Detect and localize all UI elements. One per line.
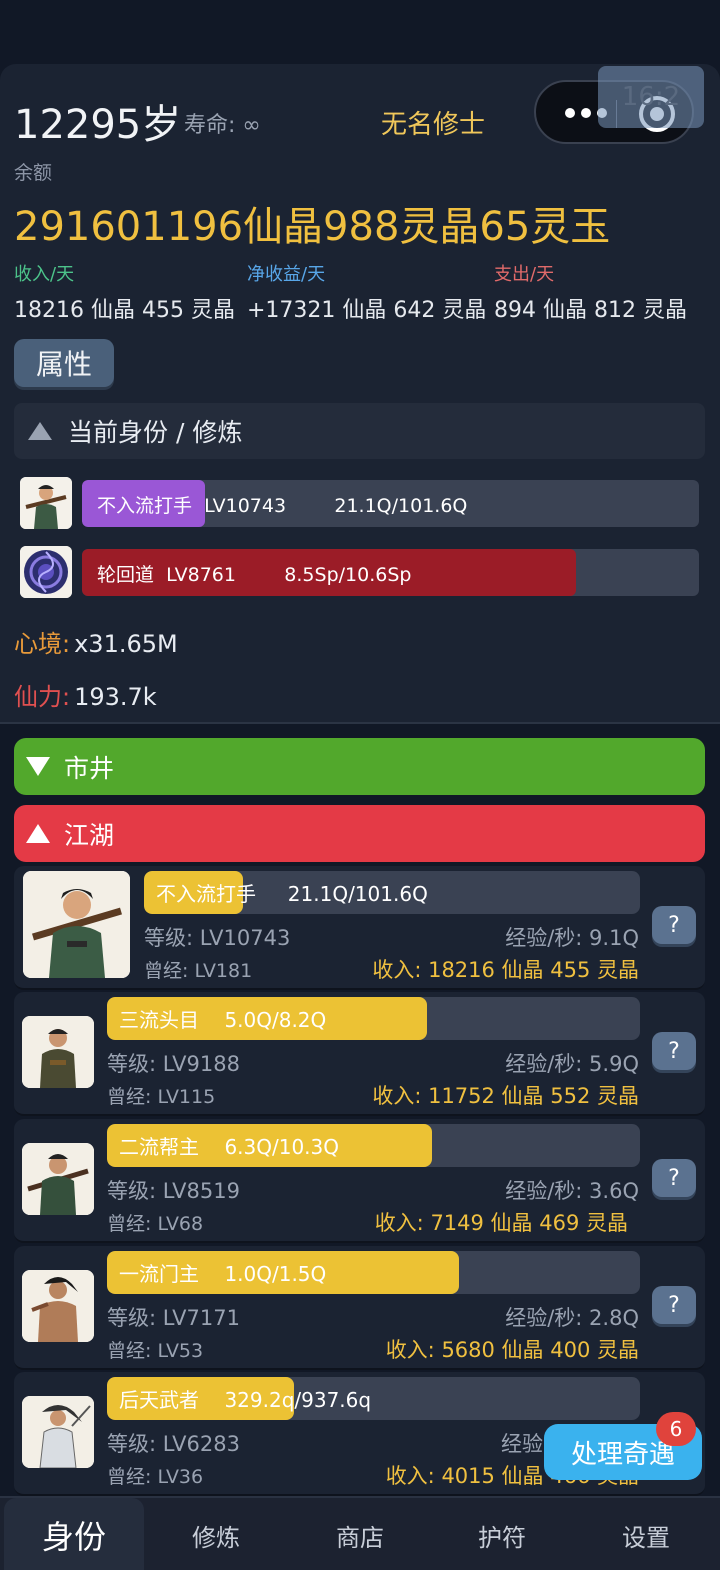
category-label: 江湖 (64, 820, 115, 850)
job-past-level: 曾经: LV36 (107, 1466, 204, 1488)
job-past-level: 曾经: LV68 (107, 1213, 204, 1235)
expense-value: 894 仙晶 812 灵晶 (494, 298, 687, 323)
help-button[interactable]: ? (652, 906, 696, 944)
job-level: 等级: LV6283 (107, 1432, 240, 1456)
job-past-level: 曾经: LV53 (107, 1340, 204, 1362)
collapse-triangle-icon (28, 422, 52, 440)
progress-text: 二流帮主 6.3Q/10.3Q (119, 1135, 339, 1159)
help-button[interactable]: ? (652, 1286, 696, 1324)
job-exp-rate: 经验/秒: 5.9Q (505, 1052, 639, 1076)
job-progress-bar: 一流门主 1.0Q/1.5Q (107, 1251, 640, 1294)
nav-shop[interactable]: 商店 (290, 1498, 430, 1570)
nav-identity[interactable]: 身份 (4, 1498, 144, 1570)
lifespan-label: 寿命: ∞ (184, 113, 261, 138)
balance-label: 余额 (14, 162, 53, 184)
job-exp-rate: 经验/秒: 9.1Q (505, 926, 639, 950)
cultivation-progress-bar: 轮回道 LV8761 8.5Sp/10.6Sp (82, 549, 699, 596)
power-value: 193.7k (74, 683, 157, 711)
job-past-level: 曾经: LV181 (144, 960, 253, 982)
status-bar-area (0, 0, 720, 64)
nav-settings[interactable]: 设置 (576, 1498, 716, 1570)
job-card[interactable]: 不入流打手 21.1Q/101.6Q 等级: LV10743 经验/秒: 9.1… (14, 866, 705, 990)
job-exp-rate: 经验/秒: 2.8Q (505, 1306, 639, 1330)
nav-amulet[interactable]: 护符 (432, 1498, 572, 1570)
power-label: 仙力: (14, 683, 71, 711)
gang-leader-portrait (22, 1143, 94, 1215)
reincarnation-avatar (20, 546, 72, 598)
leader-portrait (22, 1016, 94, 1088)
help-button[interactable]: ? (652, 1032, 696, 1070)
net-per-day: 净收益/天 +17321 仙晶 642 灵晶 (247, 260, 486, 324)
fighter-avatar (20, 477, 72, 529)
progress-text: 不入流打手 21.1Q/101.6Q (156, 882, 428, 906)
job-income: 收入: 18216 仙晶 455 灵晶 (372, 958, 639, 982)
job-card[interactable]: 二流帮主 6.3Q/10.3Q 等级: LV8519 经验/秒: 3.6Q 曾经… (14, 1119, 705, 1243)
expense-per-day: 支出/天 894 仙晶 812 灵晶 (494, 260, 687, 324)
job-exp-rate: 经验/秒: 3.6Q (505, 1179, 639, 1203)
job-level: 等级: LV8519 (107, 1179, 240, 1203)
martial-artist-portrait (22, 1396, 94, 1468)
current-job-progress-bar: 不入流打手 LV10743 21.1Q/101.6Q (82, 480, 699, 527)
category-market[interactable]: 市井 (14, 738, 705, 795)
income-per-day: 收入/天 18216 仙晶 455 灵晶 (14, 260, 235, 324)
mind-stat: 心境: x31.65M (14, 624, 178, 659)
current-job-row: 不入流打手 LV10743 21.1Q/101.6Q (20, 477, 700, 529)
current-identity-header[interactable]: 当前身份 / 修炼 (14, 403, 705, 459)
fighter-portrait (23, 871, 130, 978)
sect-master-portrait (22, 1270, 94, 1342)
job-progress-bar: 三流头目 5.0Q/8.2Q (107, 997, 640, 1040)
expand-triangle-icon (26, 757, 50, 776)
job-progress-bar: 后天武者 329.2q/937.6q (107, 1377, 640, 1420)
expense-label: 支出/天 (494, 264, 555, 285)
job-income: 收入: 5680 仙晶 400 灵晶 (385, 1338, 639, 1362)
aspect-ratio-badge: 16:2 (598, 66, 704, 128)
income-label: 收入/天 (14, 264, 75, 285)
power-stat: 仙力: 193.7k (14, 677, 157, 712)
player-title: 无名修士 (381, 110, 486, 140)
help-button[interactable]: ? (652, 1159, 696, 1197)
current-cultivation-row: 轮回道 LV8761 8.5Sp/10.6Sp (20, 546, 700, 598)
bottom-nav: 身份 修炼 商店 护符 设置 (0, 1496, 720, 1570)
progress-text: 轮回道 LV8761 8.5Sp/10.6Sp (97, 564, 412, 586)
progress-text: 不入流打手 LV10743 21.1Q/101.6Q (97, 495, 468, 517)
section-title: 当前身份 / 修炼 (68, 418, 243, 447)
job-level: 等级: LV9188 (107, 1052, 240, 1076)
net-value: +17321 仙晶 642 灵晶 (247, 298, 487, 323)
job-progress-bar: 二流帮主 6.3Q/10.3Q (107, 1124, 640, 1167)
attributes-tab[interactable]: 属性 (14, 339, 114, 387)
job-level: 等级: LV10743 (144, 926, 291, 950)
job-card[interactable]: 三流头目 5.0Q/8.2Q 等级: LV9188 经验/秒: 5.9Q 曾经:… (14, 992, 705, 1116)
job-past-level: 曾经: LV115 (107, 1086, 216, 1108)
collapse-triangle-icon (26, 824, 50, 843)
encounter-count-badge: 6 (656, 1412, 696, 1446)
balance-value: 291601196仙晶988灵晶65灵玉 (14, 204, 611, 250)
mind-value: x31.65M (74, 630, 178, 658)
net-label: 净收益/天 (247, 264, 326, 285)
job-level: 等级: LV7171 (107, 1306, 240, 1330)
category-label: 市井 (64, 753, 115, 783)
category-jianghu[interactable]: 江湖 (14, 805, 705, 862)
job-progress-bar: 不入流打手 21.1Q/101.6Q (144, 871, 640, 914)
nav-cultivation[interactable]: 修炼 (146, 1498, 286, 1570)
progress-text: 三流头目 5.0Q/8.2Q (119, 1008, 327, 1032)
age-value: 12295岁 (14, 102, 182, 148)
job-income: 收入: 11752 仙晶 552 灵晶 (372, 1084, 639, 1108)
mind-label: 心境: (14, 630, 71, 658)
job-income: 收入: 7149 仙晶 469 灵晶 (374, 1211, 628, 1235)
income-value: 18216 仙晶 455 灵晶 (14, 298, 235, 323)
progress-text: 一流门主 1.0Q/1.5Q (119, 1262, 327, 1286)
job-exp-rate: 经验 (501, 1432, 543, 1456)
job-card[interactable]: 一流门主 1.0Q/1.5Q 等级: LV7171 经验/秒: 2.8Q 曾经:… (14, 1246, 705, 1370)
progress-text: 后天武者 329.2q/937.6q (119, 1388, 372, 1412)
section-divider (0, 722, 720, 724)
